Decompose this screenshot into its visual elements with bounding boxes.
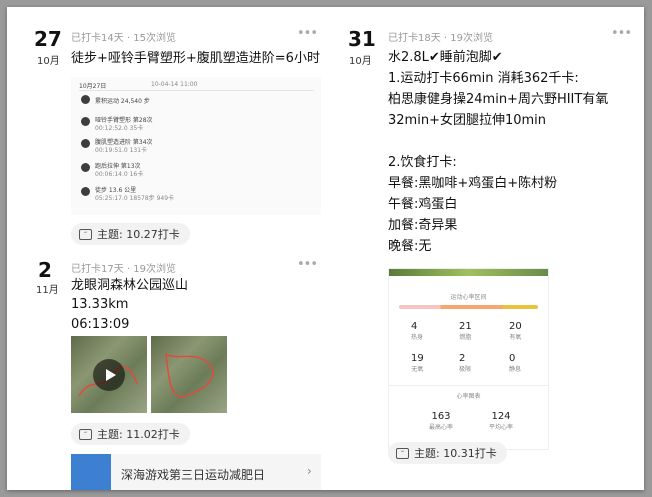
post-line: 柏思康健身操24min+周六野HIIT有氧 [388,92,609,107]
post-meta: 已打卡14天 · 15次浏览 [71,33,176,44]
post-day: 31 [348,27,376,51]
route-map-image[interactable] [151,336,227,413]
post-line[interactable]: 龙眼洞森林公园巡山 [71,275,188,296]
post-meta: 已打卡18天 · 19次浏览 [388,33,493,44]
feed-panel: 27 10月 已打卡14天 · 15次浏览 ••• 徒步+哑铃手臂塑形+腹肌塑造… [7,7,644,490]
post-month: 10月 [349,56,372,67]
zone-stat: 4 热身 [411,321,424,341]
post-line: 13.33km [71,297,129,312]
log-item-sub: 00:19:51.0 131卡 [95,147,148,154]
divider [79,90,314,91]
header-strip [389,269,548,276]
log-item-sub: 00:12:52.0 35卡 [95,125,144,132]
more-icon[interactable]: ••• [611,26,632,41]
divider [389,385,548,386]
heart-rate-image[interactable]: 运动心率区间 4 热身 21 燃脂 20 有氧 19 无氧 2 极限 0 静息 … [388,268,549,450]
topic-tag[interactable]: “ 主题: 11.02打卡 [71,423,190,445]
post-title[interactable]: 徒步+哑铃手臂塑形+腹肌塑造进阶=6小时 [71,47,320,66]
post-month: 11月 [36,285,59,296]
log-summary-date: 10-04-14 11:00 [151,81,198,88]
next-post-preview[interactable]: 深海游戏第三日运动减肥日 › [71,454,321,490]
play-icon [106,369,116,381]
log-date: 10月27日 [79,83,107,90]
topic-tag[interactable]: “ 主题: 10.27打卡 [71,223,190,245]
log-item-sub: 05:25:17.0 18578步 949卡 [95,195,175,202]
dumbbell-icon [81,117,90,126]
steps-icon [81,95,90,104]
hiking-icon [81,187,90,196]
post-line: 早餐:黑咖啡+鸡蛋白+陈村粉 [388,176,558,191]
more-icon[interactable]: ••• [297,257,318,272]
topic-label: 主题: 10.27打卡 [97,228,180,241]
route-line [165,353,214,398]
more-icon[interactable]: ••• [297,26,318,41]
chart-stat: 163 最高心率 [429,411,454,431]
post-line: 加餐:奇异果 [388,218,458,233]
play-button[interactable] [93,359,125,391]
route-map-video[interactable] [71,336,147,413]
workout-log-image[interactable]: 10月27日 10-04-14 11:00 累积运动 24,540 步 哑铃手臂… [71,77,321,215]
log-item-name: 累积运动 24,540 步 [95,98,150,105]
preview-thumbnail [71,454,111,490]
zone-stat: 19 无氧 [411,353,424,373]
post-line: 1.运动打卡66min 消耗362千卡: [388,71,579,86]
abs-icon [81,139,90,148]
post-line: 午餐:鸡蛋白 [388,197,458,212]
log-item-sub: 00:06:14.0 16卡 [95,171,144,178]
post-body[interactable]: 水2.8L✔睡前泡脚✔ 1.运动打卡66min 消耗362千卡: 柏思康健身操2… [388,47,608,257]
post-line: 06:13:09 [71,317,130,332]
chevron-right-icon: › [307,464,312,478]
post-line [388,131,608,152]
post-month: 10月 [37,56,60,67]
post-line: 2.饮食打卡: [388,155,457,170]
post-line: 32min+女团腿拉伸10min [388,113,547,128]
chart-stat: 124 平均心率 [489,411,514,431]
zone-stat: 2 极限 [459,353,472,373]
zone-stat: 0 静息 [509,353,522,373]
post-line: 水2.8L✔睡前泡脚✔ [388,50,503,65]
topic-label: 主题: 10.31打卡 [414,447,497,460]
topic-tag[interactable]: “ 主题: 10.31打卡 [388,442,507,464]
preview-title: 深海游戏第三日运动减肥日 [121,468,266,482]
post-line: 晚餐:无 [388,239,432,254]
topic-icon: “ [79,228,92,240]
zone-stat: 21 燃脂 [459,321,472,341]
post-day: 27 [34,27,62,51]
heart-zone-title: 运动心率区间 [450,294,487,301]
heart-chart-title: 心率图表 [456,393,481,400]
topic-icon: “ [79,428,92,440]
topic-label: 主题: 11.02打卡 [97,428,180,441]
topic-icon: “ [396,447,409,459]
stretch-icon [81,163,90,172]
zone-stat: 20 有氧 [509,321,522,341]
heart-zone-bar [399,305,538,309]
post-meta: 已打卡17天 · 19次浏览 [71,264,176,275]
post-day: 2 [38,258,52,282]
